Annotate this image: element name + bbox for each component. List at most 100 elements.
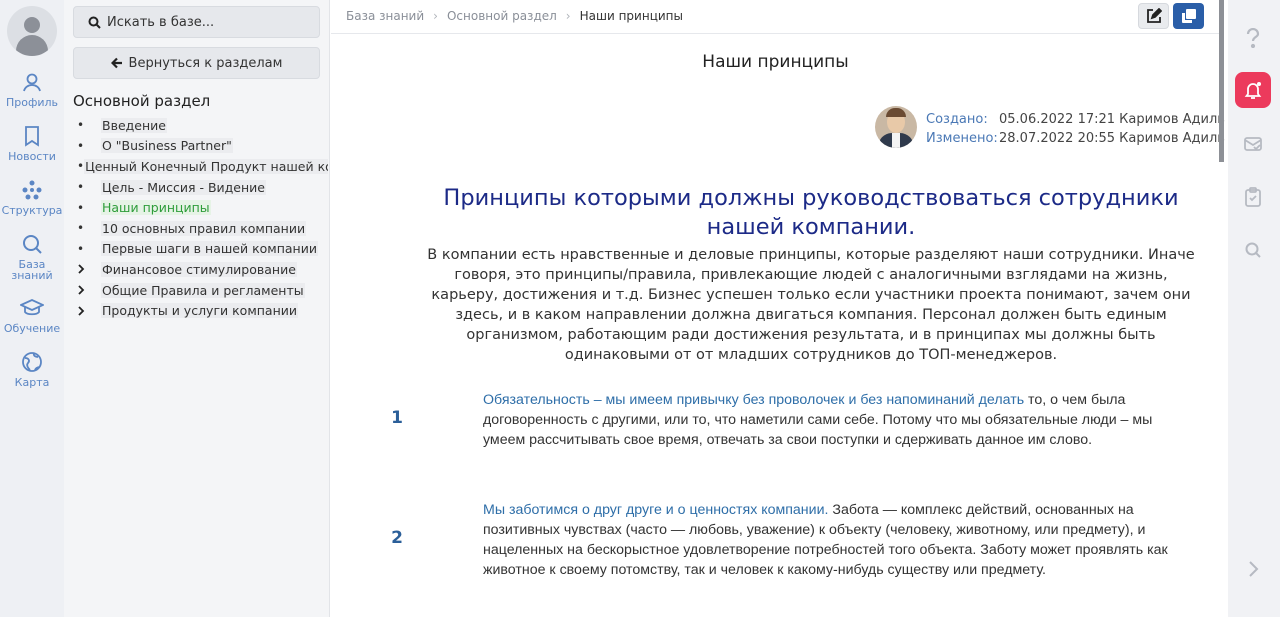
modified-label: Изменено: (926, 131, 998, 146)
bell-icon (1244, 82, 1262, 99)
edit-icon (1146, 8, 1162, 23)
rail-label: знаний (11, 269, 53, 282)
rail-item-structure[interactable]: Структура (0, 179, 64, 216)
tree-item-label: О "Business Partner" (101, 138, 233, 154)
rail-label: Обучение (3, 322, 61, 335)
help-button[interactable] (1235, 20, 1271, 56)
bullet-icon: • (77, 241, 85, 256)
back-label: Вернуться к разделам (128, 55, 283, 71)
principle-highlight: Мы заботимся о друг друге и о ценностях … (483, 502, 829, 518)
scrollbar[interactable] (1219, 0, 1224, 162)
breadcrumb-item[interactable]: Основной раздел (447, 9, 557, 23)
copy-icon (1181, 9, 1196, 23)
tree-list: • Введение • О "Business Partner" • Ценный … (73, 115, 328, 321)
article-intro: В компании есть нравственные и деловые п… (427, 247, 1195, 363)
breadcrumb-separator: › (433, 9, 438, 23)
rail-label: Карта (14, 376, 50, 389)
breadcrumb-separator: › (565, 9, 571, 23)
rail-label: Структура (1, 204, 63, 217)
tree-item-label: 10 основных правил компании (101, 220, 307, 236)
tree-item-label: Введение (101, 117, 167, 133)
created-value: 05.06.2022 17:21 Каримов Адиль (999, 112, 1225, 127)
clipboard-check-icon (1245, 187, 1261, 207)
tree-item-label: Продукты и услуги компании (101, 303, 298, 319)
bullet-icon: • (77, 138, 85, 153)
search-input[interactable]: Искать в базе... (73, 6, 320, 38)
tree-item-label: Финансовое стимулирование (101, 261, 297, 277)
principle-text: Мы заботимся о друг друге и о ценностях … (483, 500, 1198, 580)
bullet-icon: • (77, 180, 85, 195)
principle-number: 1 (391, 408, 403, 428)
rail-item-learning[interactable]: Обучение (0, 297, 64, 334)
tree-folder[interactable]: Продукты и услуги компании (73, 300, 328, 321)
messages-button[interactable] (1235, 126, 1271, 162)
search-button[interactable] (1235, 232, 1271, 268)
notifications-button[interactable] (1235, 72, 1271, 108)
tree-folder[interactable]: Общие Правила и регламенты (73, 280, 328, 301)
tree-item-label: Первые шаги в нашей компании (101, 241, 318, 257)
author-avatar (875, 106, 917, 148)
search-icon (88, 16, 101, 29)
article-meta: Создано: 05.06.2022 17:21 Каримов Адиль И… (926, 110, 1225, 148)
tree-item-label: Общие Правила и регламенты (101, 282, 305, 298)
bullet-icon: • (77, 159, 85, 174)
tree-panel: Искать в базе... Вернуться к разделам Ос… (64, 0, 330, 617)
globe-icon (22, 352, 42, 372)
rail-item-news[interactable]: Новости (0, 125, 64, 162)
principle-number: 2 (391, 528, 403, 548)
arrow-left-icon (110, 57, 122, 69)
back-to-sections-button[interactable]: Вернуться к разделам (73, 47, 320, 79)
left-rail: Профиль Новости Структура База знаний Об… (0, 0, 64, 617)
article-heading: Принципы которыми должны руководствовать… (443, 185, 1179, 240)
tree-item-label: Ценный Конечный Продукт нашей ко (84, 158, 328, 174)
created-label: Создано: (926, 112, 988, 127)
principle-text: Обязательность – мы имеем привычку без п… (483, 390, 1198, 450)
rail-item-knowledge-base[interactable]: База знаний (0, 233, 64, 281)
chevron-right-icon (1249, 561, 1259, 577)
tree-item[interactable]: • О "Business Partner" (73, 136, 328, 157)
chevron-right-icon (73, 306, 101, 316)
rail-label: Новости (8, 150, 56, 163)
rail-item-map[interactable]: Карта (0, 351, 64, 388)
edit-button[interactable] (1138, 3, 1169, 29)
breadcrumb-item[interactable]: База знаний (346, 9, 424, 23)
search-placeholder: Искать в базе... (107, 14, 215, 30)
tree-item-label: Наши принципы (101, 200, 211, 216)
mail-check-icon (1244, 137, 1262, 151)
tree-item[interactable]: • Цель - Миссия - Видение (73, 177, 328, 198)
chevron-right-icon (73, 264, 101, 275)
breadcrumb-current: Наши принципы (579, 9, 683, 23)
bullet-icon: • (77, 221, 85, 236)
page-title: Наши принципы (702, 52, 849, 72)
bullet-icon: • (77, 118, 85, 133)
tree-item[interactable]: • Ценный Конечный Продукт нашей ко (73, 156, 328, 177)
rail-item-profile[interactable]: Профиль (0, 71, 64, 108)
tree-item[interactable]: • 10 основных правил компании (73, 218, 328, 239)
search-icon (1245, 242, 1261, 258)
user-avatar[interactable] (7, 6, 57, 56)
copy-button[interactable] (1173, 3, 1204, 29)
principle-highlight: Обязательность – мы имеем привычку без п… (483, 392, 1025, 408)
section-title: Основной раздел (73, 92, 211, 110)
graduation-cap-icon (20, 299, 44, 316)
tree-item-active[interactable]: • Наши принципы (73, 197, 328, 218)
rail-label: Профиль (5, 96, 59, 109)
profile-icon (23, 73, 41, 92)
chevron-right-icon (73, 285, 101, 295)
tree-item[interactable]: • Введение (73, 115, 328, 136)
toolbar: База знаний › Основной раздел › Наши при… (331, 0, 1220, 34)
tasks-button[interactable] (1235, 179, 1271, 215)
modified-value: 28.07.2022 20:55 Каримов Адиль (999, 131, 1225, 146)
tree-item-label: Цель - Миссия - Видение (101, 179, 266, 195)
expand-panel-button[interactable] (1235, 551, 1271, 587)
help-icon (1246, 28, 1260, 48)
bookmark-icon (25, 126, 39, 147)
tree-item[interactable]: • Первые шаги в нашей компании (73, 239, 328, 260)
article-view: База знаний › Основной раздел › Наши при… (331, 0, 1225, 617)
search-icon (23, 235, 42, 254)
structure-icon (22, 180, 42, 200)
right-rail (1228, 0, 1280, 617)
breadcrumb: База знаний › Основной раздел › Наши при… (346, 9, 683, 23)
bullet-icon: • (77, 200, 85, 215)
tree-folder[interactable]: Финансовое стимулирование (73, 259, 328, 280)
